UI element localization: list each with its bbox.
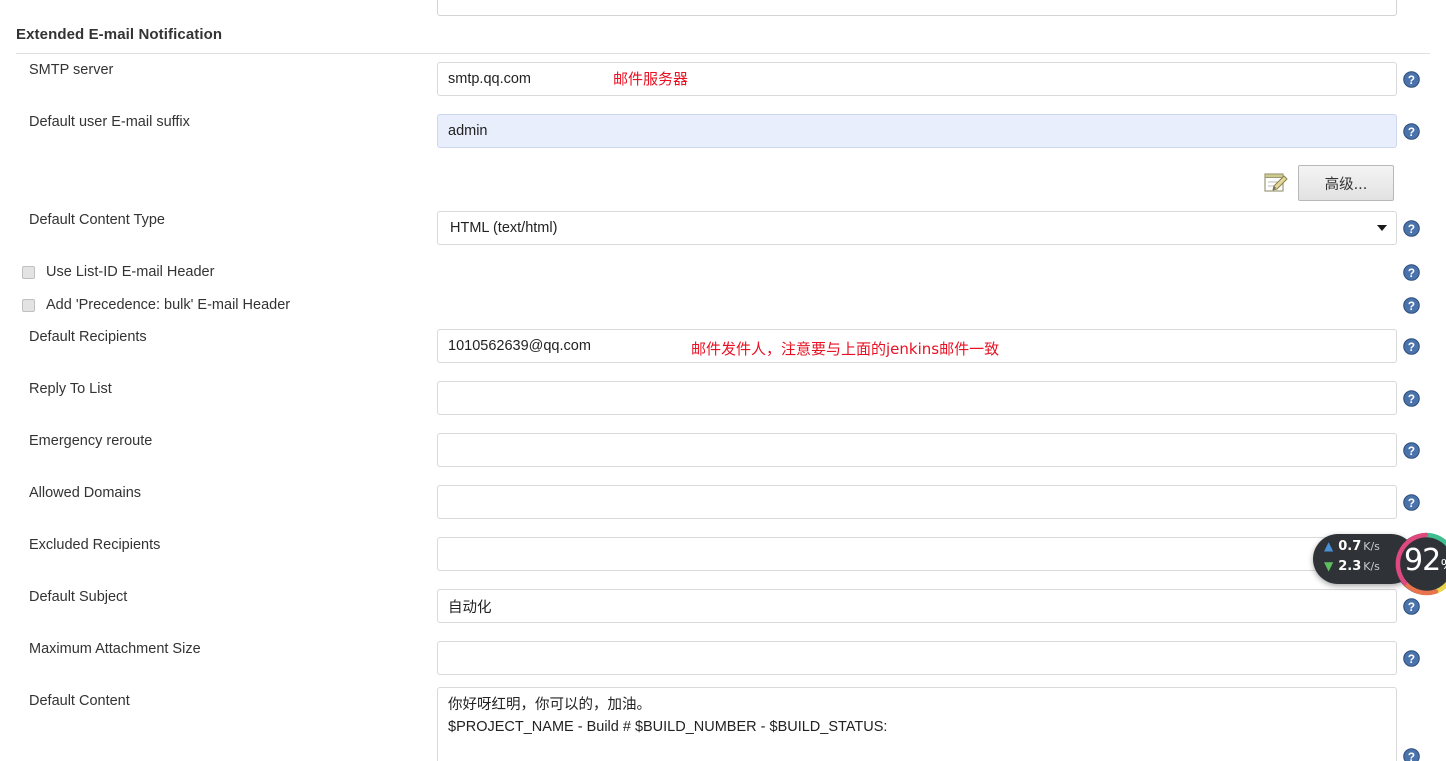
svg-text:?: ? xyxy=(1408,393,1415,406)
label-reply-to-list: Reply To List xyxy=(29,381,112,397)
smtp-server-input[interactable] xyxy=(437,62,1397,96)
label-max-attachment-size: Maximum Attachment Size xyxy=(29,641,201,657)
gauge-unit: % xyxy=(1441,556,1446,573)
use-list-id-checkbox[interactable] xyxy=(22,265,35,279)
help-question-icon[interactable]: ? xyxy=(1403,338,1420,355)
help-question-icon[interactable]: ? xyxy=(1403,220,1420,237)
help-question-icon[interactable]: ? xyxy=(1403,494,1420,511)
section-title: Extended E-mail Notification xyxy=(16,26,223,43)
excluded-recipients-input[interactable] xyxy=(437,537,1397,571)
upload-arrow-icon: ▲ xyxy=(1324,539,1334,553)
label-smtp-server: SMTP server xyxy=(29,62,114,78)
upload-speed-value: 0.7 xyxy=(1338,539,1362,554)
precedence-bulk-checkbox[interactable] xyxy=(22,298,35,312)
previous-section-input-partial[interactable] xyxy=(437,0,1397,16)
svg-text:?: ? xyxy=(1408,653,1415,666)
help-question-icon[interactable]: ? xyxy=(1403,598,1420,615)
emergency-reroute-input[interactable] xyxy=(437,433,1397,467)
max-attachment-size-input[interactable] xyxy=(437,641,1397,675)
default-content-type-value: HTML (text/html) xyxy=(450,220,558,236)
default-user-suffix-input[interactable] xyxy=(437,114,1397,148)
help-question-icon[interactable]: ? xyxy=(1403,297,1420,314)
label-default-recipients: Default Recipients xyxy=(29,329,147,345)
help-question-icon[interactable]: ? xyxy=(1403,442,1420,459)
download-speed-row: ▼ 2.3 K/s xyxy=(1324,559,1380,574)
section-divider xyxy=(16,53,1430,54)
label-excluded-recipients: Excluded Recipients xyxy=(29,537,161,553)
gauge-value: 92 xyxy=(1404,543,1441,578)
help-question-icon[interactable]: ? xyxy=(1403,390,1420,407)
download-speed-value: 2.3 xyxy=(1338,559,1362,574)
annotation-smtp-server: 邮件服务器 xyxy=(613,70,689,88)
svg-text:?: ? xyxy=(1408,126,1415,139)
notepad-pencil-icon[interactable] xyxy=(1263,170,1289,196)
svg-text:?: ? xyxy=(1408,223,1415,236)
default-subject-input[interactable] xyxy=(437,589,1397,623)
help-question-icon[interactable]: ? xyxy=(1403,264,1420,281)
chevron-down-icon[interactable] xyxy=(1377,225,1387,231)
advanced-button[interactable]: 高级... xyxy=(1298,165,1394,201)
label-default-content: Default Content xyxy=(29,693,130,709)
svg-text:?: ? xyxy=(1408,751,1415,761)
help-question-icon[interactable]: ? xyxy=(1403,123,1420,140)
label-default-content-type: Default Content Type xyxy=(29,212,165,228)
help-question-icon[interactable]: ? xyxy=(1403,748,1420,761)
upload-speed-unit: K/s xyxy=(1363,540,1380,553)
checkbox-row-precedence-bulk[interactable]: Add 'Precedence: bulk' E-mail Header xyxy=(22,297,290,313)
svg-text:?: ? xyxy=(1408,497,1415,510)
svg-text:?: ? xyxy=(1408,267,1415,280)
default-content-textarea[interactable]: 你好呀红明，你可以的，加油。 $PROJECT_NAME - Build # $… xyxy=(437,687,1397,761)
svg-text:?: ? xyxy=(1408,445,1415,458)
download-arrow-icon: ▼ xyxy=(1324,559,1334,573)
settings-page: Extended E-mail Notification SMTP server… xyxy=(0,0,1446,761)
download-speed-unit: K/s xyxy=(1363,560,1380,573)
upload-speed-row: ▲ 0.7 K/s xyxy=(1324,539,1380,554)
label-emergency-reroute: Emergency reroute xyxy=(29,433,153,449)
label-allowed-domains: Allowed Domains xyxy=(29,485,142,501)
help-question-icon[interactable]: ? xyxy=(1403,71,1420,88)
precedence-bulk-label: Add 'Precedence: bulk' E-mail Header xyxy=(46,297,291,313)
svg-text:?: ? xyxy=(1408,341,1415,354)
use-list-id-label: Use List-ID E-mail Header xyxy=(46,264,215,280)
label-default-subject: Default Subject xyxy=(29,589,128,605)
svg-text:?: ? xyxy=(1408,74,1415,87)
allowed-domains-input[interactable] xyxy=(437,485,1397,519)
reply-to-list-input[interactable] xyxy=(437,381,1397,415)
annotation-default-recipients: 邮件发件人，注意要与上面的jenkins邮件一致 xyxy=(691,340,1000,358)
label-default-user-suffix: Default user E-mail suffix xyxy=(29,114,190,130)
checkbox-row-use-list-id[interactable]: Use List-ID E-mail Header xyxy=(22,264,214,280)
svg-text:?: ? xyxy=(1408,601,1415,614)
default-content-type-select[interactable]: HTML (text/html) xyxy=(437,211,1397,245)
help-question-icon[interactable]: ? xyxy=(1403,650,1420,667)
svg-text:?: ? xyxy=(1408,300,1415,313)
